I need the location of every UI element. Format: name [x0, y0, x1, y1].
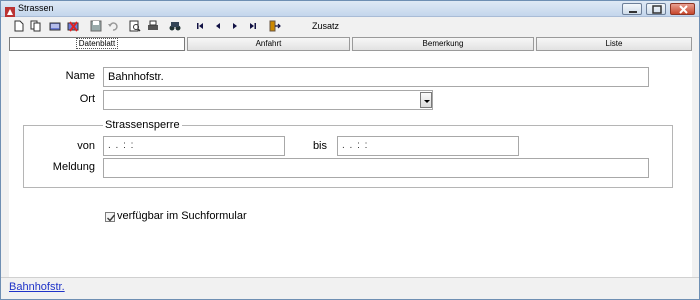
tab-anfahrt[interactable]: Anfahrt [187, 37, 350, 51]
tab-bemerkung[interactable]: Bemerkung [352, 37, 534, 51]
tab-liste[interactable]: Liste [536, 37, 692, 51]
von-field[interactable]: . . : : [103, 136, 285, 156]
window-title: Strassen [18, 3, 54, 13]
binoculars-icon[interactable] [169, 20, 181, 32]
meldung-label: Meldung [52, 161, 95, 173]
minimize-icon [629, 11, 637, 13]
von-label: von [77, 140, 95, 152]
strassen-window: Strassen Zusatz Datenblatt Anfahrt Bemer… [0, 0, 700, 300]
bis-field[interactable]: . . : : [337, 136, 519, 156]
first-record-icon[interactable] [194, 20, 206, 32]
zusatz-button[interactable]: Zusatz [312, 21, 339, 31]
maximize-button[interactable] [646, 3, 666, 15]
toolbar: Zusatz [1, 18, 699, 36]
maximize-icon [652, 5, 662, 14]
tab-strip: Datenblatt Anfahrt Bemerkung Liste [1, 37, 699, 51]
ort-label: Ort [79, 93, 95, 105]
suchformular-checkbox[interactable] [105, 212, 116, 222]
name-label: Name [65, 70, 95, 82]
bis-label: bis [312, 140, 327, 152]
delete-icon[interactable] [67, 20, 79, 32]
title-bar[interactable]: Strassen [1, 1, 699, 17]
tab-anfahrt-label: Anfahrt [255, 39, 282, 48]
record-link[interactable]: Bahnhofstr. [9, 281, 65, 293]
chevron-down-icon [424, 100, 430, 103]
tab-liste-label: Liste [605, 39, 623, 48]
ort-combobox[interactable] [103, 90, 433, 110]
tab-bemerkung-label: Bemerkung [422, 39, 464, 48]
last-record-icon[interactable] [247, 20, 259, 32]
strassensperre-title: Strassensperre [103, 119, 182, 131]
tab-datenblatt-label: Datenblatt [75, 38, 119, 49]
copy-icon[interactable] [30, 20, 42, 32]
tab-datenblatt[interactable]: Datenblatt [9, 37, 185, 51]
name-field[interactable]: Bahnhofstr. [103, 67, 649, 87]
minimize-button[interactable] [622, 3, 642, 15]
preview-icon[interactable] [129, 20, 141, 32]
new-icon[interactable] [13, 20, 25, 32]
edit-icon[interactable] [49, 20, 61, 32]
print-icon[interactable] [147, 20, 159, 32]
close-button[interactable] [670, 3, 695, 15]
meldung-field[interactable] [103, 158, 649, 178]
save-icon[interactable] [90, 20, 102, 32]
suchformular-label[interactable]: verfügbar im Suchformular [117, 210, 247, 222]
checkmark-icon [107, 214, 116, 222]
close-icon [679, 5, 688, 14]
strassensperre-group [23, 125, 673, 188]
next-record-icon[interactable] [229, 20, 241, 32]
prev-record-icon[interactable] [212, 20, 224, 32]
datenblatt-panel: Name Bahnhofstr. Ort Strassensperre von … [9, 51, 692, 277]
status-bar: Bahnhofstr. [1, 277, 699, 299]
exit-icon[interactable] [269, 20, 281, 32]
ort-dropdown-button[interactable] [420, 92, 432, 108]
app-icon [5, 4, 15, 17]
undo-icon[interactable] [107, 20, 119, 32]
